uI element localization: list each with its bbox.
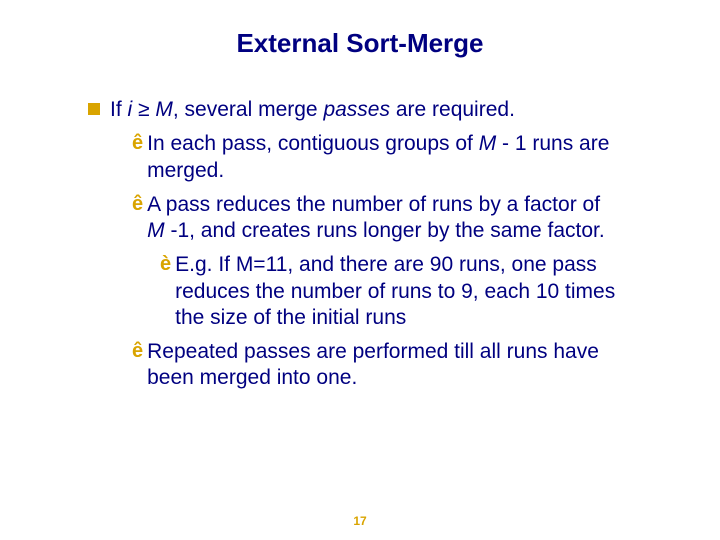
arrow-right-icon: è — [160, 252, 171, 276]
bullet-text: If i ≥ M, several merge passes are requi… — [110, 97, 515, 123]
subsub-bullet-2a: è E.g. If M=11, and there are 90 runs, o… — [160, 252, 620, 331]
sub-text-1: In each pass, contiguous groups of M - 1… — [147, 131, 620, 184]
sub-text-2: A pass reduces the number of runs by a f… — [147, 192, 620, 245]
square-bullet-icon — [88, 103, 100, 115]
subsub-text-2a: E.g. If M=11, and there are 90 runs, one… — [175, 252, 620, 331]
arrow-down-icon: ê — [132, 339, 143, 363]
sub-bullet-2: ê A pass reduces the number of runs by a… — [132, 192, 620, 245]
slide-title: External Sort-Merge — [60, 28, 660, 59]
arrow-down-icon: ê — [132, 192, 143, 216]
sub-bullet-1: ê In each pass, contiguous groups of M -… — [132, 131, 620, 184]
bullet-level1: If i ≥ M, several merge passes are requi… — [88, 97, 660, 123]
sub-bullet-3: ê Repeated passes are performed till all… — [132, 339, 620, 392]
sub-text-3: Repeated passes are performed till all r… — [147, 339, 620, 392]
arrow-down-icon: ê — [132, 131, 143, 155]
page-number: 17 — [0, 514, 720, 528]
